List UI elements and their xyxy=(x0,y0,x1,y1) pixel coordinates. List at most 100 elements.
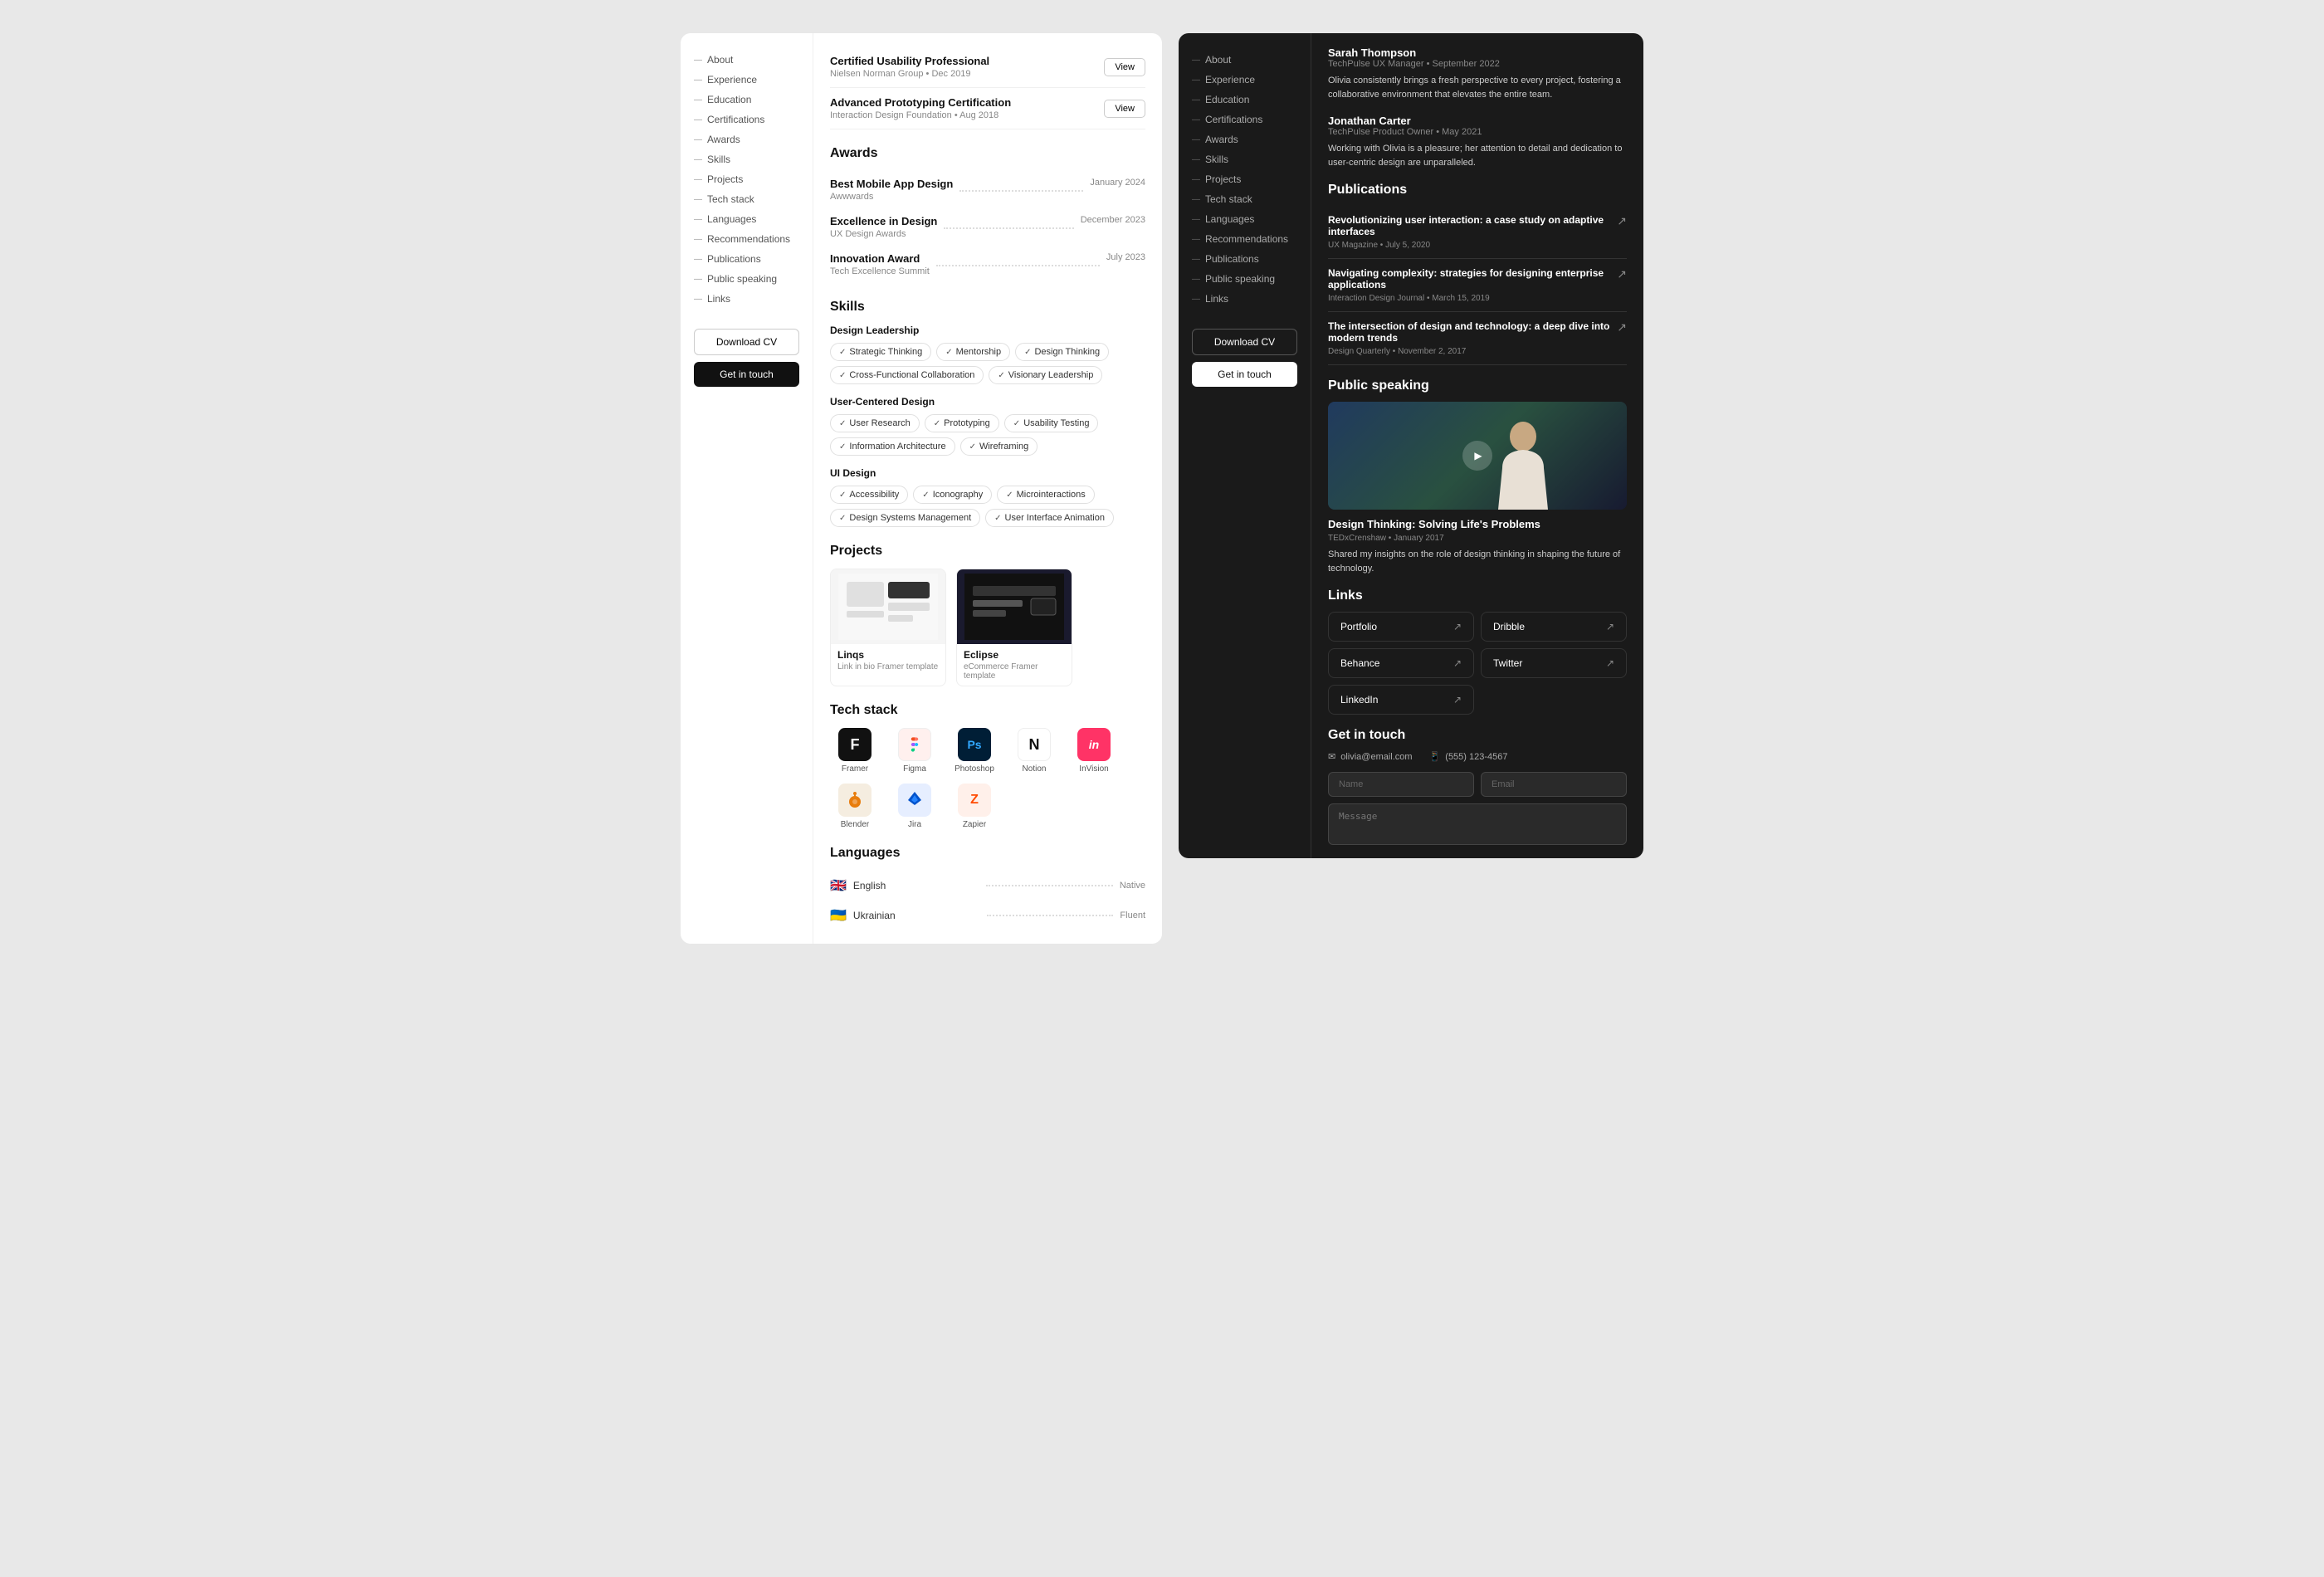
right-sidebar-public-speaking[interactable]: Public speaking xyxy=(1192,269,1297,289)
right-sidebar-awards[interactable]: Awards xyxy=(1192,129,1297,149)
right-sidebar-skills[interactable]: Skills xyxy=(1192,149,1297,169)
sidebar-item-publications[interactable]: Publications xyxy=(694,249,799,269)
left-panel: About Experience Education Certification… xyxy=(681,33,1162,944)
rec-text-1: Olivia consistently brings a fresh persp… xyxy=(1328,74,1627,101)
project-name-eclipse: Eclipse xyxy=(964,649,1065,661)
award-item-3: Innovation Award Tech Excellence Summit … xyxy=(830,246,1145,283)
framer-icon: F xyxy=(838,728,872,761)
sidebar-item-recommendations[interactable]: Recommendations xyxy=(694,229,799,249)
sidebar-item-experience[interactable]: Experience xyxy=(694,70,799,90)
right-sidebar-languages[interactable]: Languages xyxy=(1192,209,1297,229)
right-sidebar-education[interactable]: Education xyxy=(1192,90,1297,110)
rec-text-2: Working with Olivia is a pleasure; her a… xyxy=(1328,142,1627,169)
sidebar-item-tech-stack[interactable]: Tech stack xyxy=(694,189,799,209)
right-sidebar-about[interactable]: About xyxy=(1192,50,1297,70)
sidebar-item-public-speaking[interactable]: Public speaking xyxy=(694,269,799,289)
pub-item-2: Navigating complexity: strategies for de… xyxy=(1328,259,1627,312)
get-in-touch-button[interactable]: Get in touch xyxy=(694,362,799,387)
left-nav: About Experience Education Certification… xyxy=(694,50,799,309)
sidebar-item-projects[interactable]: Projects xyxy=(694,169,799,189)
right-nav: About Experience Education Certification… xyxy=(1192,50,1297,309)
sidebar-item-skills[interactable]: Skills xyxy=(694,149,799,169)
award-org-2: UX Design Awards xyxy=(830,229,937,239)
skill-user-research: User Research xyxy=(830,414,920,432)
blender-icon xyxy=(838,784,872,817)
lang-english: 🇬🇧 English Native xyxy=(830,871,1145,901)
link-portfolio[interactable]: Portfolio ↗ xyxy=(1328,612,1474,642)
right-sidebar-links[interactable]: Links xyxy=(1192,289,1297,309)
link-twitter[interactable]: Twitter ↗ xyxy=(1481,648,1627,678)
pub-external-icon-3[interactable]: ↗ xyxy=(1617,320,1627,334)
get-in-touch-section-title: Get in touch xyxy=(1328,728,1627,743)
cert-view-button-2[interactable]: View xyxy=(1104,100,1145,118)
message-textarea[interactable] xyxy=(1328,803,1627,845)
cert-title-1: Certified Usability Professional xyxy=(830,55,989,67)
email-input[interactable] xyxy=(1481,772,1627,797)
cert-view-button-1[interactable]: View xyxy=(1104,58,1145,76)
name-input[interactable] xyxy=(1328,772,1474,797)
skills-tags-3: Accessibility Iconography Microinteracti… xyxy=(830,486,1145,527)
right-download-cv-button[interactable]: Download CV xyxy=(1192,329,1297,355)
sidebar-item-about[interactable]: About xyxy=(694,50,799,70)
skill-design-thinking: Design Thinking xyxy=(1015,343,1109,361)
right-sidebar-publications[interactable]: Publications xyxy=(1192,249,1297,269)
speaking-title: Design Thinking: Solving Life's Problems xyxy=(1328,518,1627,530)
right-sidebar-certifications[interactable]: Certifications xyxy=(1192,110,1297,129)
award-item-1: Best Mobile App Design Awwwards January … xyxy=(830,171,1145,208)
blender-label: Blender xyxy=(841,820,869,829)
pub-meta-2: Interaction Design Journal • March 15, 2… xyxy=(1328,294,1617,303)
tech-invision: in InVision xyxy=(1069,728,1119,774)
sidebar-item-awards[interactable]: Awards xyxy=(694,129,799,149)
sidebar-item-links[interactable]: Links xyxy=(694,289,799,309)
project-img-eclipse xyxy=(957,569,1072,644)
skill-wireframing: Wireframing xyxy=(960,437,1038,456)
play-button[interactable] xyxy=(1462,441,1492,471)
twitter-arrow-icon: ↗ xyxy=(1606,657,1614,669)
tech-jira: Jira xyxy=(890,784,940,829)
link-linkedin[interactable]: LinkedIn ↗ xyxy=(1328,685,1474,715)
portfolio-label: Portfolio xyxy=(1340,621,1377,632)
sidebar-item-certifications[interactable]: Certifications xyxy=(694,110,799,129)
phone-text: (555) 123-4567 xyxy=(1445,752,1507,762)
award-name-1: Best Mobile App Design xyxy=(830,178,953,190)
pub-external-icon-2[interactable]: ↗ xyxy=(1617,267,1627,281)
rec-role-2: TechPulse Product Owner • May 2021 xyxy=(1328,127,1627,137)
notion-icon: N xyxy=(1018,728,1051,761)
pub-external-icon-1[interactable]: ↗ xyxy=(1617,214,1627,228)
english-level: Native xyxy=(1120,881,1145,891)
contact-phone: 📱 (555) 123-4567 xyxy=(1429,751,1508,762)
behance-arrow-icon: ↗ xyxy=(1453,657,1462,669)
figma-label: Figma xyxy=(903,764,926,774)
project-card-eclipse[interactable]: Eclipse eCommerce Framer template xyxy=(956,569,1072,686)
right-sidebar-projects[interactable]: Projects xyxy=(1192,169,1297,189)
link-behance[interactable]: Behance ↗ xyxy=(1328,648,1474,678)
sidebar-item-education[interactable]: Education xyxy=(694,90,799,110)
speaking-video[interactable] xyxy=(1328,402,1627,510)
ukrainian-name: Ukrainian xyxy=(853,910,980,921)
rec-name-1: Sarah Thompson xyxy=(1328,46,1627,59)
links-section-title: Links xyxy=(1328,588,1627,603)
project-desc-linqs: Link in bio Framer template xyxy=(837,662,939,671)
link-dribble[interactable]: Dribble ↗ xyxy=(1481,612,1627,642)
award-name-2: Excellence in Design xyxy=(830,215,937,227)
skills-group-ucd: User-Centered Design User Research Proto… xyxy=(830,396,1145,456)
pub-title-1: Revolutionizing user interaction: a case… xyxy=(1328,214,1617,237)
right-sidebar-recommendations[interactable]: Recommendations xyxy=(1192,229,1297,249)
invision-icon: in xyxy=(1077,728,1111,761)
cert-item-1: Certified Usability Professional Nielsen… xyxy=(830,46,1145,88)
languages-section-title: Languages xyxy=(830,846,1145,861)
right-get-in-touch-button[interactable]: Get in touch xyxy=(1192,362,1297,387)
right-sidebar-experience[interactable]: Experience xyxy=(1192,70,1297,90)
project-card-linqs[interactable]: Linqs Link in bio Framer template xyxy=(830,569,946,686)
pub-title-2: Navigating complexity: strategies for de… xyxy=(1328,267,1617,290)
skill-strategic-thinking: Strategic Thinking xyxy=(830,343,931,361)
right-sidebar-tech-stack[interactable]: Tech stack xyxy=(1192,189,1297,209)
sidebar-item-languages[interactable]: Languages xyxy=(694,209,799,229)
english-flag: 🇬🇧 xyxy=(830,877,847,894)
download-cv-button[interactable]: Download CV xyxy=(694,329,799,355)
english-name: English xyxy=(853,880,979,891)
ukrainian-level: Fluent xyxy=(1120,911,1145,920)
pub-meta-1: UX Magazine • July 5, 2020 xyxy=(1328,241,1617,250)
email-text: olivia@email.com xyxy=(1340,752,1412,762)
skill-ui-animation: User Interface Animation xyxy=(985,509,1114,527)
